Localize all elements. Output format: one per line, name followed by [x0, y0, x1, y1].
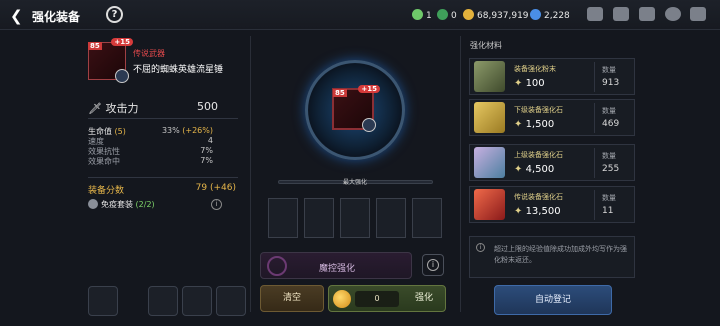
- top-bar: ❮ 强化装备 ? 1 0 68,937,919 2,228: [0, 0, 720, 30]
- resource-crystal: 2,228: [530, 9, 570, 21]
- divider: [88, 118, 238, 119]
- material-row[interactable]: 上级装备强化石 ✦ 4,500 数量 255: [469, 144, 635, 181]
- notice-box: i 超过上限的经验值除成功加成外均写作为强化粉末返还。: [469, 236, 635, 278]
- info-button[interactable]: i: [422, 254, 444, 276]
- set-icon: [88, 199, 98, 209]
- info-icon[interactable]: i: [211, 199, 222, 210]
- notice-text: 超过上限的经验值除成功加成外均写作为强化粉末返还。: [494, 245, 627, 264]
- max-enhance-label: 最大强化: [342, 179, 367, 186]
- enhance-area: 85 +15 最大强化 魔控强化 i 清空 0 强化: [250, 30, 460, 326]
- item-rarity: 传说武器: [133, 49, 165, 58]
- clear-button[interactable]: 清空: [260, 285, 324, 312]
- divider: [460, 36, 461, 312]
- convert-button[interactable]: [216, 286, 246, 316]
- lock-button[interactable]: [148, 286, 178, 316]
- powder-icon: [474, 61, 505, 92]
- stat-row: 效果抗性 7%: [88, 146, 213, 156]
- resource-gold: 68,937,919: [463, 9, 529, 21]
- material-row[interactable]: 装备强化粉末 ✦ 100 数量 913: [469, 58, 635, 95]
- gold-coin-icon: [463, 9, 474, 20]
- help-button[interactable]: ?: [106, 6, 123, 23]
- gear-score-row: 装备分数 79 (+46): [88, 183, 236, 196]
- resource-green-gem: 1: [412, 9, 432, 21]
- menu-icon[interactable]: [690, 7, 706, 21]
- material-slot[interactable]: [376, 198, 406, 238]
- material-slot[interactable]: [340, 198, 370, 238]
- bell-icon[interactable]: [587, 7, 603, 21]
- item-plus-badge: +15: [111, 38, 133, 46]
- material-slot[interactable]: [268, 198, 298, 238]
- stat-row: 速度 4: [88, 136, 213, 146]
- material-slot[interactable]: [412, 198, 442, 238]
- info-icon: i: [476, 243, 485, 252]
- enhance-cost: 0: [355, 291, 399, 307]
- chat-icon[interactable]: [665, 7, 681, 21]
- item-name: 不屈的蜘蛛英雄流星锤: [133, 65, 224, 75]
- delete-button[interactable]: [182, 286, 212, 316]
- mail-icon[interactable]: [639, 7, 655, 21]
- lesser-stone-icon: [474, 102, 505, 133]
- enhance-button[interactable]: 0 强化: [328, 285, 446, 312]
- page-title: 强化装备: [32, 10, 81, 24]
- material-row[interactable]: 下级装备强化石 ✦ 1,500 数量 469: [469, 99, 635, 136]
- substats: 生命值 (5) 33% (+26%) 速度 4 效果抗性 7% 效果命中 7%: [88, 126, 213, 166]
- share-button[interactable]: [88, 286, 118, 316]
- attack-row: 🗡 攻击力 500: [88, 100, 218, 115]
- resource-green-leaf: 0: [437, 9, 457, 21]
- materials-panel: 强化材料 装备强化粉末 ✦ 100 数量 913 下级装备强化石 ✦ 1,500…: [466, 36, 638, 280]
- materials-title: 强化材料: [470, 41, 502, 50]
- item-plus-badge: +15: [358, 85, 380, 93]
- stat-row: 生命值 (5) 33% (+26%): [88, 126, 213, 136]
- stat-row: 效果命中 7%: [88, 156, 213, 166]
- enhance-target-item[interactable]: 85 +15: [332, 85, 380, 132]
- material-row[interactable]: 传说装备强化石 ✦ 13,500 数量 11: [469, 186, 635, 223]
- magic-enhance-button[interactable]: 魔控强化: [260, 252, 412, 279]
- green-gem-icon: [412, 9, 423, 20]
- item-level-badge: 85: [333, 89, 347, 97]
- item-info-panel: 85 +15 传说武器 不屈的蜘蛛英雄流星锤 🗡 攻击力 500 生命值 (5)…: [80, 36, 246, 276]
- greater-stone-icon: [474, 147, 505, 178]
- sword-icon: 🗡: [88, 102, 106, 115]
- grade-icon: [115, 69, 129, 83]
- gold-coin-icon: [333, 290, 351, 308]
- attack-value: 500: [197, 100, 218, 113]
- guild-icon[interactable]: [613, 7, 629, 21]
- grade-icon: [362, 118, 376, 132]
- legendary-stone-icon: [474, 189, 505, 220]
- back-button[interactable]: ❮: [10, 7, 23, 25]
- set-row[interactable]: 免疫套装 (2/2) i: [88, 199, 238, 210]
- divider: [88, 177, 238, 178]
- auto-register-button[interactable]: 自动登记: [494, 285, 612, 315]
- item-icon[interactable]: 85 +15: [88, 38, 133, 83]
- info-icon: i: [427, 259, 439, 271]
- material-slot[interactable]: [304, 198, 334, 238]
- green-leaf-icon: [437, 9, 448, 20]
- blue-crystal-icon: [530, 9, 541, 20]
- item-level-badge: 85: [88, 42, 102, 50]
